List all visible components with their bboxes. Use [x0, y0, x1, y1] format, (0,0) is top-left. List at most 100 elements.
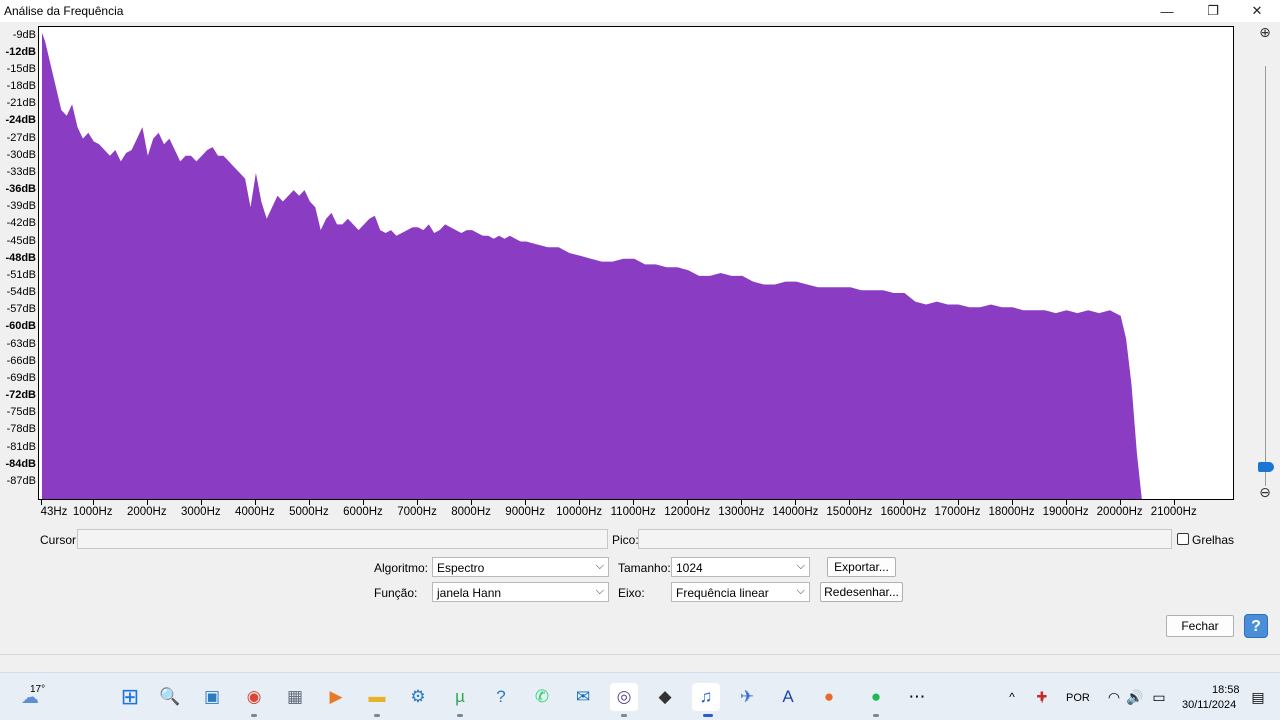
- axis-select[interactable]: Frequência linear ⌵: [671, 582, 810, 602]
- airplane-app-icon[interactable]: ✈: [733, 683, 761, 711]
- y-tick-label: -51dB: [6, 268, 36, 281]
- minimize-button[interactable]: —: [1144, 0, 1190, 22]
- y-tick-label: -30dB: [6, 148, 36, 161]
- x-tick-mark: [471, 500, 473, 505]
- x-tick-label: 14000Hz: [772, 506, 819, 518]
- more-apps-icon[interactable]: ⋯: [903, 683, 931, 711]
- tray-expand-icon[interactable]: ^: [998, 683, 1026, 711]
- x-tick-mark: [417, 500, 419, 505]
- y-axis-labels: -9dB -12dB -15dB -18dB -21dB -24dB -27dB -30dB -…: [0, 26, 38, 500]
- x-tick-mark: [741, 500, 743, 505]
- x-tick-mark: [849, 500, 851, 505]
- search-icon[interactable]: 🔍: [156, 683, 184, 711]
- x-tick-mark: [903, 500, 905, 505]
- help-app-icon[interactable]: ?: [487, 683, 515, 711]
- notification-center-icon[interactable]: ▤: [1244, 683, 1272, 711]
- spotify-icon[interactable]: ●: [862, 683, 890, 711]
- x-tick-mark: [308, 500, 310, 505]
- grid-checkbox[interactable]: [1177, 533, 1189, 545]
- y-tick-label: -45dB: [6, 234, 36, 247]
- calculator-icon[interactable]: ▦: [281, 683, 309, 711]
- x-tick-mark: [579, 500, 581, 505]
- language-indicator[interactable]: POR: [1066, 692, 1090, 704]
- y-tick-label: -60dB: [5, 320, 36, 333]
- y-tick-label: -39dB: [6, 200, 36, 213]
- function-value: janela Hann: [437, 586, 502, 600]
- redraw-button[interactable]: Redesenhar...: [820, 582, 903, 602]
- firefox-icon[interactable]: ●: [815, 683, 843, 711]
- x-tick-label: 6000Hz: [343, 506, 383, 518]
- x-tick-mark: [200, 500, 202, 505]
- x-tick-label: 1000Hz: [72, 506, 113, 518]
- running-indicator: [374, 714, 380, 717]
- running-indicator: [457, 714, 463, 717]
- file-explorer-icon[interactable]: ▬: [363, 683, 391, 711]
- zoom-slider-thumb[interactable]: [1258, 462, 1274, 472]
- close-window-button[interactable]: ✕: [1234, 0, 1280, 22]
- size-select[interactable]: 1024 ⌵: [671, 557, 810, 577]
- audacity-icon[interactable]: ♫: [692, 683, 720, 711]
- y-tick-label: -69dB: [6, 371, 36, 384]
- y-tick-label: -66dB: [6, 354, 36, 367]
- whatsapp-icon[interactable]: ✆: [528, 683, 556, 711]
- export-button[interactable]: Exportar...: [827, 557, 896, 577]
- peak-label: Pico:: [612, 533, 639, 547]
- zoom-slider-track[interactable]: [1265, 66, 1266, 486]
- x-tick-mark: [795, 500, 797, 505]
- x-tick-label: 12000Hz: [664, 506, 711, 518]
- spectrum-area: [42, 32, 1142, 499]
- clock-date[interactable]: 30/11/2024: [1182, 699, 1236, 711]
- utorrent-icon[interactable]: µ: [446, 683, 474, 711]
- network-app-icon[interactable]: ⚙: [404, 683, 432, 711]
- clock-time[interactable]: 18:58: [1212, 684, 1240, 696]
- app-icon[interactable]: ◆: [651, 683, 679, 711]
- close-dialog-button[interactable]: Fechar: [1166, 615, 1234, 637]
- spectrum-plot[interactable]: [38, 26, 1234, 500]
- y-tick-label: -63dB: [6, 337, 36, 350]
- function-select[interactable]: janela Hann ⌵: [432, 582, 609, 602]
- status-separator: [0, 654, 1280, 655]
- x-tick-label: 3000Hz: [180, 506, 221, 518]
- x-tick-mark: [1011, 500, 1013, 505]
- x-tick-label: 16000Hz: [880, 506, 927, 518]
- algorithm-select[interactable]: Espectro ⌵: [432, 557, 609, 577]
- y-tick-label: -48dB: [5, 251, 36, 264]
- chrome-icon[interactable]: ◉: [240, 683, 268, 711]
- outlook-icon[interactable]: ✉: [569, 683, 597, 711]
- chevron-down-icon: ⌵: [796, 585, 805, 597]
- cursor-label: Cursor:: [40, 533, 80, 547]
- y-tick-label: -72dB: [5, 389, 36, 402]
- zoom-in-icon[interactable]: ⊕: [1256, 24, 1274, 42]
- spectrum-svg: [42, 32, 1142, 499]
- peak-field: [638, 529, 1172, 549]
- chevron-down-icon: ⌵: [595, 560, 604, 572]
- x-tick-mark: [254, 500, 256, 505]
- zoom-out-icon[interactable]: ⊖: [1256, 484, 1274, 502]
- x-tick-mark: [1065, 500, 1067, 505]
- y-tick-label: -9dB: [12, 28, 36, 41]
- taskbar: ☁ 17° ⊞ 🔍 ▣ ◉ ▦ ▶ ▬ ⚙ µ ? ✆ ✉ ◎ ◆ ♫ ✈ A …: [0, 672, 1280, 720]
- running-indicator: [621, 714, 627, 717]
- y-tick-label: -12dB: [5, 45, 36, 58]
- y-tick-label: -84dB: [5, 457, 36, 470]
- y-tick-label: -87dB: [6, 474, 36, 487]
- widgets-icon[interactable]: ▣: [198, 683, 226, 711]
- y-tick-label: -81dB: [6, 440, 36, 453]
- x-tick-label: 9000Hz: [505, 506, 545, 518]
- y-tick-label: -15dB: [6, 62, 36, 75]
- app-a-icon[interactable]: A: [774, 683, 802, 711]
- y-tick-label: -24dB: [5, 114, 36, 127]
- y-tick-label: -54dB: [6, 286, 36, 299]
- x-tick-label: 8000Hz: [451, 506, 491, 518]
- obs-icon[interactable]: ◎: [610, 683, 638, 711]
- help-icon[interactable]: ?: [1244, 614, 1268, 638]
- x-tick-label: 19000Hz: [1042, 506, 1089, 518]
- x-tick-label: 4000Hz: [235, 506, 275, 518]
- notification-badge: 7: [1040, 695, 1046, 705]
- x-tick-mark: [1173, 500, 1175, 505]
- windows-start-icon[interactable]: ⊞: [116, 683, 144, 711]
- restore-button[interactable]: ❐: [1190, 0, 1236, 22]
- media-player-icon[interactable]: ▶: [322, 683, 350, 711]
- battery-icon[interactable]: ▭: [1145, 683, 1173, 711]
- zoom-panel: ⊕ ⊖: [1254, 24, 1278, 504]
